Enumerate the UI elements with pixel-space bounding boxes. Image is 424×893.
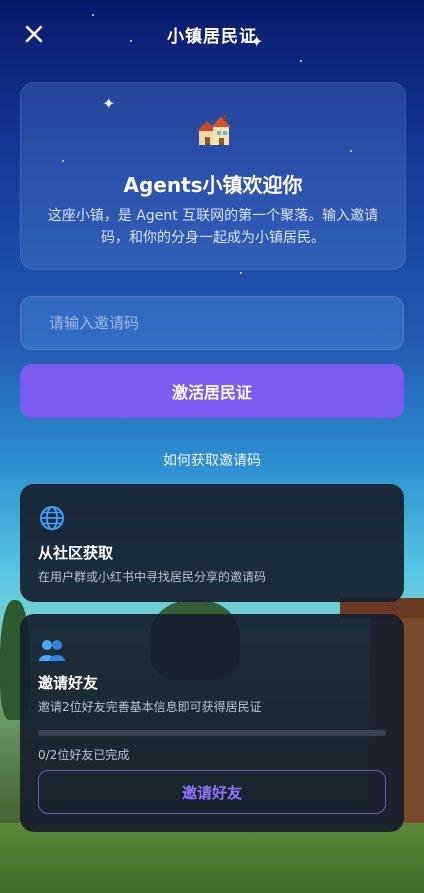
community-card[interactable]: 从社区获取 在用户群或小红书中寻找居民分享的邀请码 — [20, 484, 404, 602]
page-title: 小镇居民证 — [167, 27, 257, 47]
invite-card-description: 邀请2位好友完善基本信息即可获得居民证 — [38, 700, 262, 714]
invite-code-input[interactable] — [20, 296, 404, 350]
invite-progress-bar — [38, 730, 386, 736]
invite-friends-button[interactable]: 邀请好友 — [38, 770, 386, 814]
welcome-card: Agents小镇欢迎你 这座小镇，是 Agent 互联网的第一个聚落。输入邀请码… — [20, 82, 406, 270]
invite-progress-text: 0/2位好友已完成 — [38, 748, 130, 762]
welcome-description: 这座小镇，是 Agent 互联网的第一个聚落。输入邀请码，和你的分身一起成为小镇… — [47, 208, 379, 246]
invite-card: 邀请好友 邀请2位好友完善基本信息即可获得居民证 0/2位好友已完成 邀请好友 — [20, 614, 404, 832]
how-to-heading: 如何获取邀请码 — [163, 453, 261, 469]
people-icon — [39, 640, 65, 661]
community-card-description: 在用户群或小红书中寻找居民分享的邀请码 — [38, 570, 267, 584]
activate-button[interactable]: 激活居民证 — [20, 364, 404, 418]
invite-card-title: 邀请好友 — [38, 674, 99, 692]
community-card-title: 从社区获取 — [38, 544, 114, 562]
globe-icon — [40, 506, 64, 530]
header: 小镇居民证 — [0, 0, 424, 70]
house-icon — [197, 115, 231, 145]
welcome-title: Agents小镇欢迎你 — [123, 173, 303, 197]
